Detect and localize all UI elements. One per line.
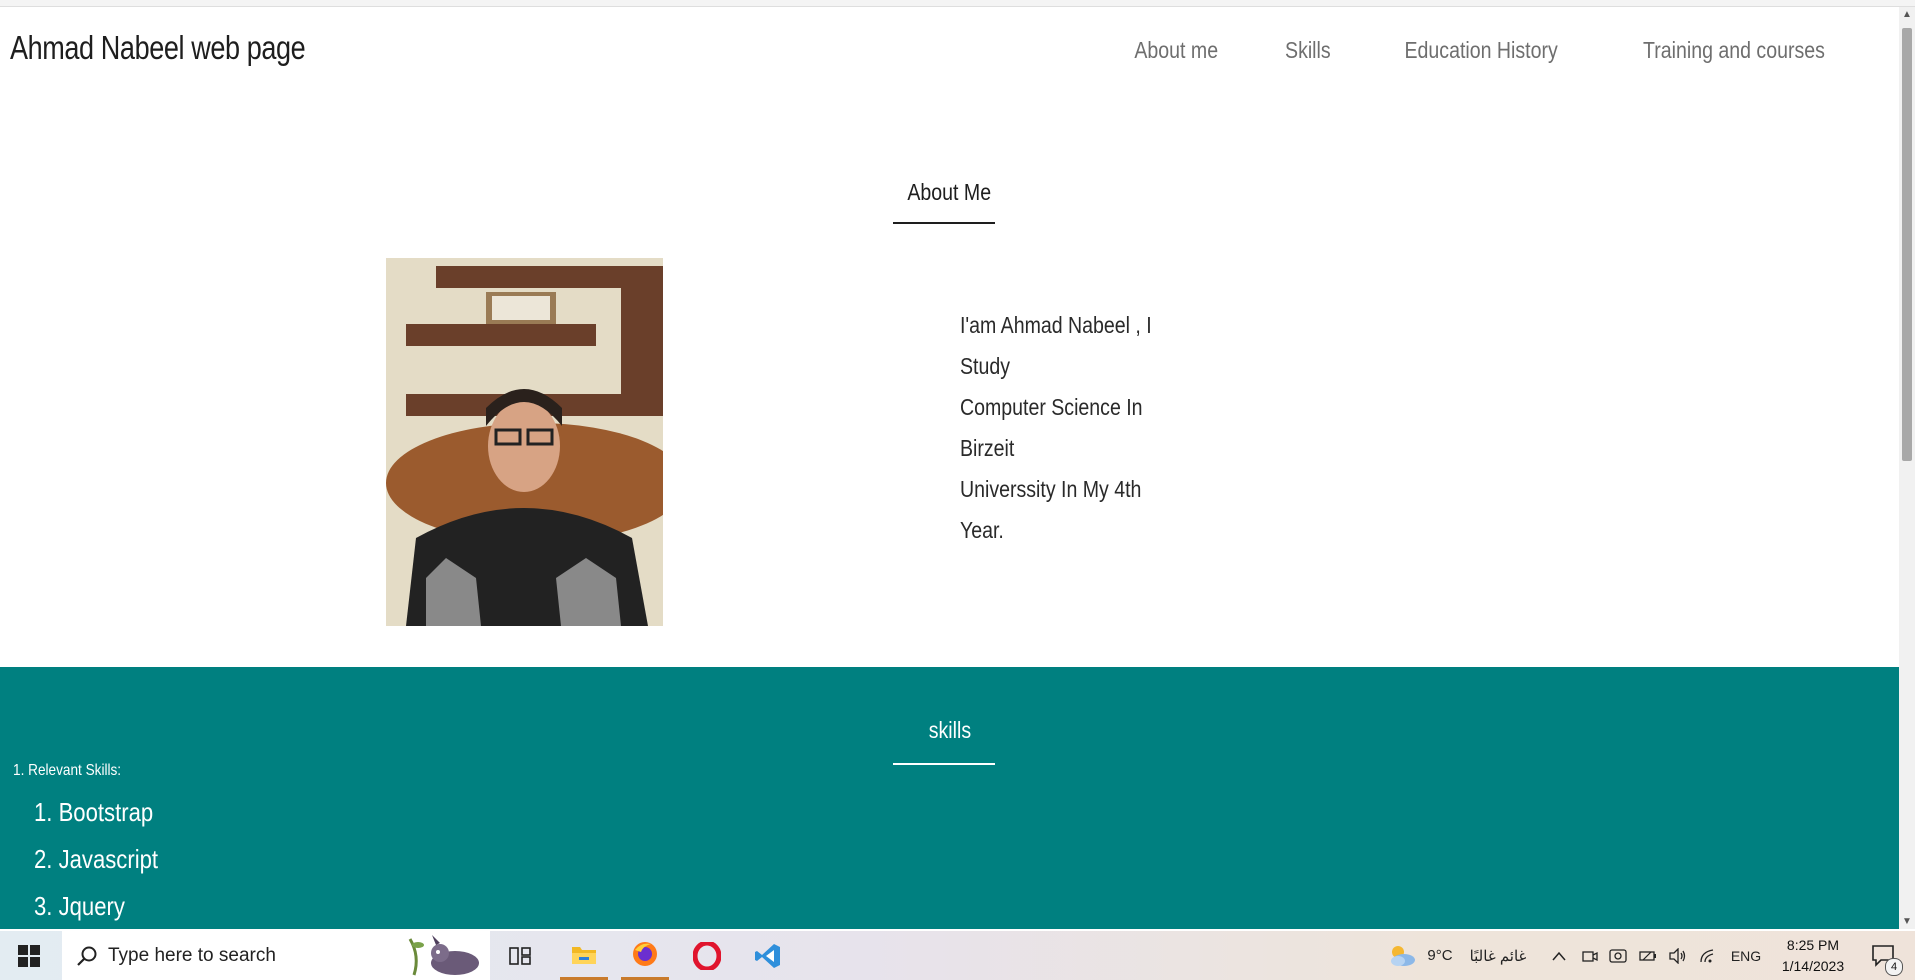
skills-title-text: skills bbox=[928, 717, 971, 743]
nav-training-courses[interactable]: Training and courses bbox=[1643, 37, 1825, 64]
nav-education-history[interactable]: Education History bbox=[1404, 37, 1557, 64]
relevant-skills-label: 1. Relevant Skills: bbox=[13, 762, 122, 779]
show-hidden-icons-button[interactable] bbox=[1547, 931, 1571, 980]
about-title-underline bbox=[893, 222, 995, 224]
weather-widget-icon-button[interactable] bbox=[1382, 931, 1422, 980]
wifi-icon bbox=[1700, 948, 1714, 962]
about-description: I'am Ahmad Nabeel , I Study Computer Sci… bbox=[960, 305, 1156, 551]
vertical-scrollbar[interactable]: ▲ ▼ bbox=[1899, 7, 1915, 929]
partly-cloudy-icon bbox=[1391, 945, 1415, 966]
notification-center-button[interactable]: 4 bbox=[1864, 931, 1904, 980]
taskbar-search-box[interactable]: Type here to search bbox=[62, 931, 490, 980]
tray-meet-now[interactable] bbox=[1578, 931, 1602, 980]
tray-battery[interactable] bbox=[1636, 931, 1660, 980]
scrollbar-thumb[interactable] bbox=[1902, 28, 1912, 461]
skill-item: 3. Jquery bbox=[34, 891, 125, 921]
weather-description[interactable]: غائم غالبًا bbox=[1460, 931, 1536, 980]
tray-volume[interactable] bbox=[1666, 931, 1690, 980]
browser-top-edge bbox=[0, 0, 1915, 7]
file-explorer-icon bbox=[572, 947, 596, 964]
skills-section: skills 1. Relevant Skills: 1. Bootstrap … bbox=[0, 667, 1899, 929]
windows-taskbar: Type here to search 9°C غائم غالبًا ENG … bbox=[0, 931, 1915, 980]
camera-icon bbox=[1582, 950, 1598, 962]
about-line: Computer Science In Birzeit bbox=[960, 394, 1143, 461]
search-icon bbox=[77, 946, 97, 966]
battery-icon bbox=[1639, 950, 1656, 961]
skill-item: 2. Javascript bbox=[34, 844, 159, 874]
site-brand[interactable]: Ahmad Nabeel web page bbox=[10, 29, 306, 67]
about-section-title: About Me bbox=[0, 179, 1899, 206]
scroll-up-arrow-icon[interactable]: ▲ bbox=[1902, 9, 1912, 20]
opera-icon bbox=[693, 941, 721, 970]
about-title-text: About Me bbox=[907, 179, 992, 205]
skill-item: 1. Bootstrap bbox=[34, 797, 154, 827]
weather-temp[interactable]: 9°C bbox=[1422, 931, 1458, 980]
nav-skills[interactable]: Skills bbox=[1285, 37, 1331, 64]
about-line: I'am Ahmad Nabeel , I Study bbox=[960, 312, 1152, 379]
skills-section-title: skills bbox=[0, 717, 1899, 744]
profile-photo-image bbox=[386, 258, 663, 626]
input-language[interactable]: ENG bbox=[1726, 931, 1766, 980]
chevron-up-icon bbox=[1552, 951, 1566, 960]
skills-title-underline bbox=[893, 763, 995, 765]
taskbar-clock[interactable]: 8:25 PM 1/14/2023 bbox=[1768, 935, 1858, 977]
notification-count-badge: 4 bbox=[1885, 958, 1903, 976]
vscode-icon bbox=[755, 943, 780, 968]
search-highlight-illustration-icon bbox=[408, 935, 479, 976]
profile-photo bbox=[386, 258, 663, 626]
scroll-down-arrow-icon[interactable]: ▼ bbox=[1902, 916, 1912, 927]
windows-logo-icon bbox=[18, 944, 40, 967]
task-view-button[interactable] bbox=[500, 931, 540, 980]
task-view-icon bbox=[509, 946, 531, 965]
search-placeholder: Type here to search bbox=[108, 944, 276, 966]
clock-date: 1/14/2023 bbox=[1781, 958, 1845, 974]
taskbar-file-explorer[interactable] bbox=[560, 931, 608, 980]
tray-onedrive[interactable] bbox=[1606, 931, 1630, 980]
taskbar-opera[interactable] bbox=[683, 931, 731, 980]
sync-icon bbox=[1609, 948, 1627, 963]
tray-network[interactable] bbox=[1696, 931, 1720, 980]
skills-list: 1. Bootstrap 2. Javascript 3. Jquery bbox=[34, 789, 180, 929]
main-nav: About me Skills Education History Traini… bbox=[1127, 37, 1841, 64]
taskbar-vscode[interactable] bbox=[744, 931, 792, 980]
clock-time: 8:25 PM bbox=[1786, 937, 1840, 953]
nav-about-me[interactable]: About me bbox=[1134, 37, 1218, 64]
web-page: Ahmad Nabeel web page About me Skills Ed… bbox=[0, 7, 1899, 929]
start-button[interactable] bbox=[0, 931, 58, 980]
firefox-icon bbox=[633, 942, 657, 966]
taskbar-firefox[interactable] bbox=[621, 931, 669, 980]
speaker-icon bbox=[1669, 947, 1686, 964]
about-line: Universsity In My 4th Year. bbox=[960, 476, 1142, 543]
